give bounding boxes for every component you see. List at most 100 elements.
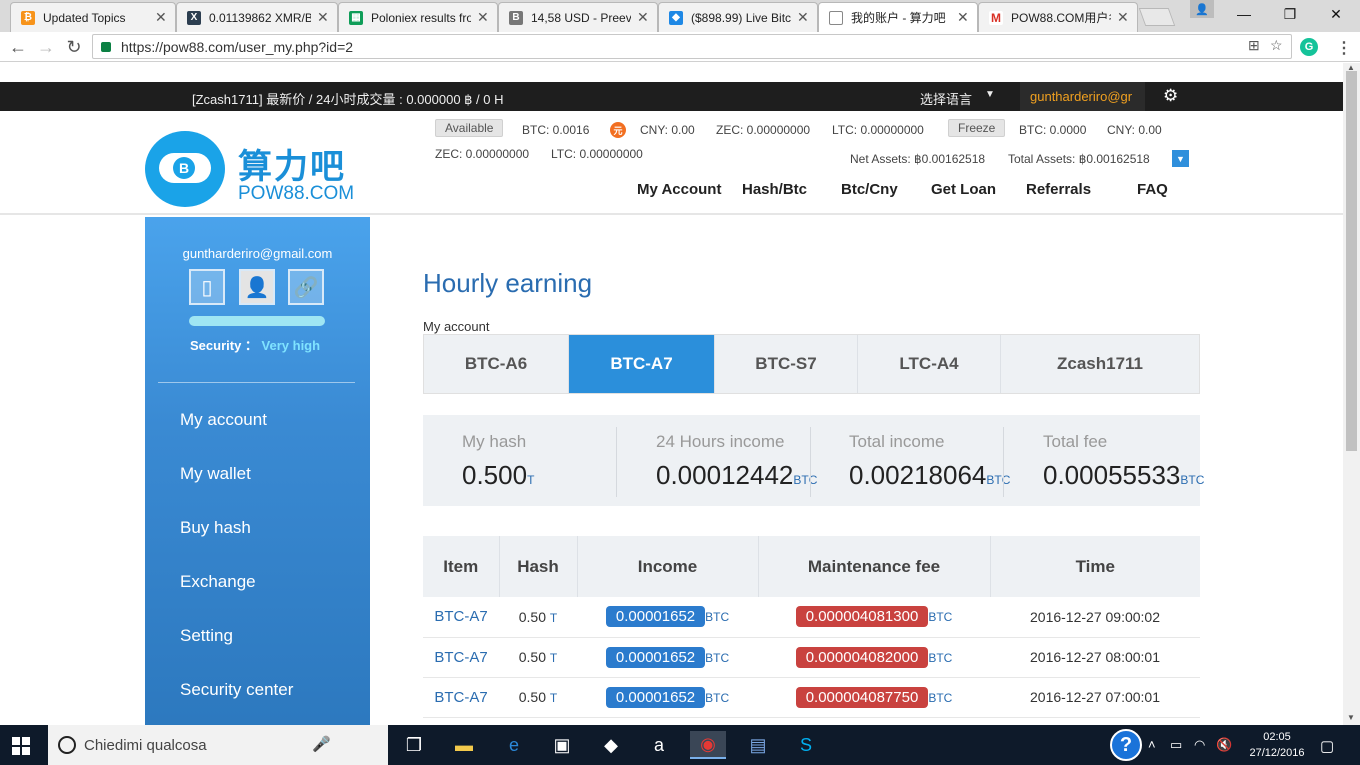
stat-value: 0.00012442BTC	[656, 460, 818, 490]
security-level-bar	[189, 316, 325, 326]
task-view-icon[interactable]: ❐	[396, 731, 432, 759]
close-tab-icon[interactable]: ✕	[155, 9, 167, 26]
column-header: Item	[423, 536, 500, 597]
browser-tab-active[interactable]: 我的账户 - 算力吧 ✕	[818, 2, 978, 32]
page-viewport: [Zcash1711] 最新价 / 24小时成交量 : 0.000000 ฿ /…	[0, 63, 1343, 725]
wifi-icon[interactable]: ◠	[1194, 737, 1205, 753]
chevron-up-icon[interactable]: ˄	[1148, 737, 1156, 752]
cell-item[interactable]: BTC-A7	[423, 597, 499, 638]
frozen-btc: BTC: 0.0000	[1019, 123, 1087, 137]
help-icon[interactable]: ?	[1110, 729, 1142, 761]
volume-icon[interactable]: 🔇	[1216, 737, 1232, 753]
account-sidebar: guntharderiro@gmail.com ▯ 👤 🔗 Security ：…	[145, 217, 370, 725]
cell-item[interactable]: BTC-A7	[423, 677, 499, 718]
cortana-search[interactable]: Chiedimi qualcosa	[48, 725, 388, 765]
chevron-down-icon[interactable]: ▼	[985, 89, 995, 100]
frozen-cny: CNY: 0.00	[1107, 123, 1162, 137]
nav-get-loan[interactable]: Get Loan	[931, 181, 996, 198]
browser-tab[interactable]: ◆ ($898.99) Live Bitco ✕	[658, 2, 818, 32]
close-tab-icon[interactable]: ✕	[957, 9, 969, 26]
bookmark-star-icon[interactable]: ☆	[1270, 37, 1283, 54]
cell-income: 0.00001652 BTC	[577, 637, 758, 678]
cell-income: 0.00001652 BTC	[577, 677, 758, 718]
close-tab-icon[interactable]: ✕	[317, 9, 329, 26]
browser-tab[interactable]: ₿ Updated Topics ✕	[10, 2, 176, 32]
back-icon[interactable]: ←	[6, 36, 30, 58]
user-email-link[interactable]: guntharderiro@gr	[1020, 82, 1145, 111]
battery-icon[interactable]: ▭	[1170, 737, 1182, 753]
file-explorer-icon[interactable]: ▬	[446, 731, 482, 759]
sidebar-item-setting[interactable]: Setting	[180, 626, 233, 646]
divider	[810, 427, 811, 497]
tab-btc-a7[interactable]: BTC-A7	[569, 335, 715, 393]
browser-tab[interactable]: B 14,58 USD - Preev ✕	[498, 2, 658, 32]
clock-date: 27/12/2016	[1249, 747, 1305, 759]
dropbox-icon[interactable]: ◆	[593, 731, 629, 759]
clock[interactable]: 02:05 27/12/2016	[1245, 729, 1309, 761]
translate-icon[interactable]: ⊞	[1248, 37, 1260, 54]
table-row: BTC-A7 0.50 T 0.00001652 BTC 0.0000040820…	[423, 637, 1200, 678]
browser-tab[interactable]: X 0.01139862 XMR/B ✕	[176, 2, 338, 32]
sidebar-item-buy-hash[interactable]: Buy hash	[180, 518, 251, 538]
browser-tab[interactable]: ▦ Poloniex results fro ✕	[338, 2, 498, 32]
restore-icon[interactable]: ❐	[1268, 0, 1312, 28]
brand-name-cn[interactable]: 算力吧	[238, 139, 346, 188]
grammarly-icon[interactable]: G	[1300, 38, 1318, 56]
network-app-icon[interactable]: ▤	[740, 731, 776, 759]
stat-value: 0.00055533BTC	[1043, 460, 1205, 490]
tab-btc-s7[interactable]: BTC-S7	[715, 335, 858, 393]
sidebar-email: guntharderiro@gmail.com	[182, 246, 333, 261]
amazon-icon[interactable]: a	[641, 731, 677, 759]
tab-ltc-a4[interactable]: LTC-A4	[858, 335, 1001, 393]
close-tab-icon[interactable]: ✕	[637, 9, 649, 26]
menu-kebab-icon[interactable]: ⋮	[1336, 38, 1352, 58]
chrome-icon[interactable]: ◉	[690, 731, 726, 759]
logo-icon[interactable]: B	[145, 131, 225, 207]
nav-referrals[interactable]: Referrals	[1026, 181, 1091, 198]
nav-hash-btc[interactable]: Hash/Btc	[742, 181, 807, 198]
address-bar[interactable]: https://pow88.com/user_my.php?id=2	[92, 34, 1292, 59]
windows-start-icon[interactable]	[12, 737, 30, 755]
scroll-down-icon[interactable]: ▼	[1347, 713, 1355, 722]
edge-icon[interactable]: e	[496, 731, 532, 759]
store-icon[interactable]: ▣	[544, 731, 580, 759]
cell-item[interactable]: BTC-A7	[423, 637, 499, 678]
tab-zcash1711[interactable]: Zcash1711	[1001, 335, 1199, 393]
nav-faq[interactable]: FAQ	[1137, 181, 1168, 198]
lock-icon	[101, 41, 111, 52]
nav-my-account[interactable]: My Account	[637, 181, 721, 198]
chevron-down-icon[interactable]: ▼	[1172, 150, 1189, 167]
sidebar-item-my-wallet[interactable]: My wallet	[180, 464, 251, 484]
sidebar-item-my-account[interactable]: My account	[180, 410, 267, 430]
sidebar-item-exchange[interactable]: Exchange	[180, 572, 256, 592]
sidebar-item-security-center[interactable]: Security center	[180, 680, 293, 700]
microphone-icon[interactable]: 🎤	[312, 735, 331, 753]
cell-income: 0.00001652 BTC	[577, 597, 758, 638]
divider	[158, 382, 355, 383]
minimize-icon[interactable]: —	[1222, 0, 1266, 28]
link-icon[interactable]: 🔗	[288, 269, 324, 305]
tab-btc-a6[interactable]: BTC-A6	[424, 335, 569, 393]
skype-icon[interactable]: S	[788, 731, 824, 759]
close-tab-icon[interactable]: ✕	[477, 9, 489, 26]
new-tab-button[interactable]	[1138, 8, 1176, 26]
forward-icon[interactable]: →	[34, 36, 58, 58]
earnings-table: Item Hash Income Maintenance fee Time BT…	[423, 536, 1200, 718]
brand-name-en[interactable]: POW88.COM	[238, 183, 354, 205]
nav-btc-cny[interactable]: Btc/Cny	[841, 181, 898, 198]
phone-icon[interactable]: ▯	[189, 269, 225, 305]
page-scrollbar[interactable]: ▲ ▼	[1343, 63, 1360, 725]
close-window-icon[interactable]: ✕	[1314, 0, 1358, 28]
notifications-icon[interactable]: ▢	[1320, 737, 1334, 755]
bitcoin-b-icon: B	[509, 10, 523, 25]
browser-tab[interactable]: M POW88.COM用户名 ✕	[978, 2, 1138, 32]
profile-icon[interactable]: 👤	[1190, 0, 1214, 18]
reload-icon[interactable]: ↻	[62, 36, 86, 58]
fee-badge: 0.000004082000	[795, 646, 929, 668]
scroll-thumb[interactable]	[1346, 71, 1357, 451]
gear-icon[interactable]: ⚙	[1163, 86, 1178, 106]
close-tab-icon[interactable]: ✕	[797, 9, 809, 26]
language-select[interactable]: 选择语言	[920, 89, 972, 108]
close-tab-icon[interactable]: ✕	[1117, 9, 1129, 26]
identity-icon[interactable]: 👤	[239, 269, 275, 305]
